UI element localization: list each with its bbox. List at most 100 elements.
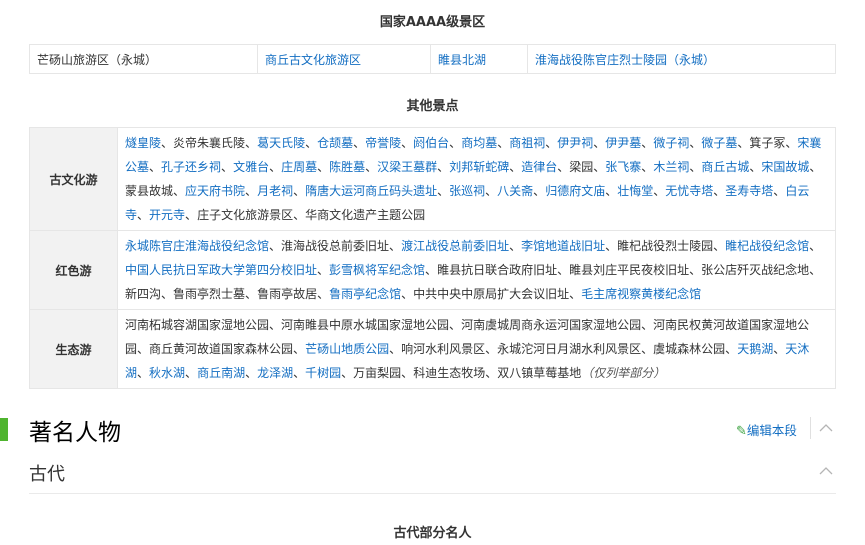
attraction-text: 蒙县故城 <box>125 184 174 198</box>
separator: 、 <box>137 208 150 222</box>
separator: 、 <box>317 160 330 174</box>
separator: 、 <box>605 239 618 253</box>
separator: 、 <box>689 263 702 277</box>
attraction-link[interactable]: 商均墓 <box>461 136 497 150</box>
attraction-text: 科迪生态牧场 <box>413 366 486 380</box>
separator: 、 <box>317 287 330 301</box>
separator: 、 <box>689 160 702 174</box>
attraction-text: 双八镇草莓基地 <box>497 366 582 380</box>
separator: 、 <box>569 287 582 301</box>
separator: 、 <box>221 160 234 174</box>
attraction-link[interactable]: 汉梁王墓群 <box>377 160 437 174</box>
separator: 、 <box>365 160 378 174</box>
separator: 、 <box>305 136 318 150</box>
aaaa-link[interactable]: 睢县北湖 <box>438 53 486 67</box>
separator: 、 <box>269 239 282 253</box>
other-attractions-table: 古文化游 燧皇陵、炎帝朱襄氏陵、葛天氏陵、仓颉墓、帝誉陵、阏伯台、商均墓、商祖祠… <box>29 127 836 389</box>
attraction-text: 睢县抗日联合政府旧址 <box>437 263 558 277</box>
separator: 、 <box>713 239 726 253</box>
separator: 、 <box>161 136 174 150</box>
separator: 、 <box>773 184 786 198</box>
separator: 、 <box>485 184 498 198</box>
separator: 、 <box>497 136 510 150</box>
attraction-link[interactable]: 开元寺 <box>149 208 185 222</box>
attraction-link[interactable]: 陈胜墓 <box>329 160 365 174</box>
attraction-link[interactable]: 中国人民抗日军政大学第四分校旧址 <box>125 263 317 277</box>
aaaa-cell-3[interactable]: 淮海战役陈官庄烈士陵园（永城） <box>527 44 836 74</box>
edit-section-label: 编辑本段 <box>746 423 797 438</box>
attraction-link[interactable]: 仓颉墓 <box>317 136 353 150</box>
chevron-up-icon[interactable] <box>818 420 834 436</box>
category-list: 永城陈官庄淮海战役纪念馆、淮海战役总前委旧址、渡江战役总前委旧址、李馆地道战旧址… <box>117 230 836 310</box>
attraction-link[interactable]: 葛天氏陵 <box>257 136 305 150</box>
attraction-link[interactable]: 张巡祠 <box>449 184 485 198</box>
attraction-text: 庄子文化旅游景区 <box>197 208 294 222</box>
attraction-link[interactable]: 鲁雨亭纪念馆 <box>329 287 401 301</box>
chevron-up-icon[interactable] <box>818 463 834 479</box>
attraction-link[interactable]: 芒砀山地质公园 <box>305 342 389 356</box>
attraction-link[interactable]: 睢杞战役纪念馆 <box>725 239 809 253</box>
attraction-link[interactable]: 木兰祠 <box>653 160 689 174</box>
attraction-link[interactable]: 孔子还乡祠 <box>161 160 221 174</box>
attraction-link[interactable]: 壮悔堂 <box>617 184 653 198</box>
attraction-text: 永城沱河日月湖水利风景区 <box>497 342 642 356</box>
aaaa-cell-2[interactable]: 睢县北湖 <box>430 44 528 74</box>
attraction-text: 河南虞城周商永运河国家湿地公园 <box>461 318 642 332</box>
separator: 、 <box>425 263 438 277</box>
attraction-link[interactable]: 文雅台 <box>233 160 269 174</box>
attraction-link[interactable]: 微子祠 <box>653 136 689 150</box>
attraction-link[interactable]: 应天府书院 <box>185 184 245 198</box>
separator: 、 <box>809 239 822 253</box>
attraction-text: 商丘黄河故道国家森林公园 <box>149 342 294 356</box>
attraction-link[interactable]: 秋水湖 <box>149 366 185 380</box>
attraction-link[interactable]: 归德府文庙 <box>545 184 605 198</box>
separator: 、 <box>269 160 282 174</box>
attraction-link[interactable]: 商丘古城 <box>701 160 749 174</box>
attraction-link[interactable]: 燧皇陵 <box>125 136 161 150</box>
attraction-text: 河南睢县中原水城国家湿地公园 <box>281 318 450 332</box>
separator: 、 <box>605 184 618 198</box>
attraction-link[interactable]: 宋国故城 <box>761 160 809 174</box>
separator: 、 <box>485 342 498 356</box>
edit-section-button[interactable]: ✎编辑本段 <box>736 420 797 439</box>
attraction-link[interactable]: 天鹅湖 <box>737 342 773 356</box>
attraction-link[interactable]: 伊尹墓 <box>605 136 641 150</box>
attraction-link[interactable]: 张飞寨 <box>605 160 641 174</box>
separator: 、 <box>185 366 198 380</box>
aaaa-cell-1[interactable]: 商丘古文化旅游区 <box>257 44 431 74</box>
attraction-link[interactable]: 商丘南湖 <box>197 366 245 380</box>
table-row: 古文化游 燧皇陵、炎帝朱襄氏陵、葛天氏陵、仓颉墓、帝誉陵、阏伯台、商均墓、商祖祠… <box>29 127 836 231</box>
attraction-link[interactable]: 永城陈官庄淮海战役纪念馆 <box>125 239 269 253</box>
table-row: 红色游 永城陈官庄淮海战役纪念馆、淮海战役总前委旧址、渡江战役总前委旧址、李馆地… <box>29 230 836 310</box>
separator: 、 <box>137 342 150 356</box>
attraction-text: 鲁雨亭烈士墓 <box>173 287 246 301</box>
separator: 、 <box>749 160 762 174</box>
attraction-link[interactable]: 刘邦斩蛇碑 <box>449 160 509 174</box>
attraction-link[interactable]: 帝誉陵 <box>365 136 401 150</box>
attraction-link[interactable]: 月老祠 <box>257 184 293 198</box>
attraction-link[interactable]: 龙泽湖 <box>257 366 293 380</box>
attraction-link[interactable]: 庄周墓 <box>281 160 317 174</box>
attraction-link[interactable]: 造律台 <box>521 160 557 174</box>
attraction-link[interactable]: 隋唐大运河商丘码头遗址 <box>305 184 437 198</box>
aaaa-link[interactable]: 商丘古文化旅游区 <box>265 53 361 67</box>
attraction-link[interactable]: 千树园 <box>305 366 341 380</box>
attraction-link[interactable]: 彭雪枫将军纪念馆 <box>329 263 425 277</box>
attraction-link[interactable]: 李馆地道战旧址 <box>521 239 605 253</box>
attraction-link[interactable]: 无忧寺塔 <box>665 184 713 198</box>
separator: 、 <box>641 342 654 356</box>
attraction-link[interactable]: 微子墓 <box>701 136 737 150</box>
attraction-link[interactable]: 伊尹祠 <box>557 136 593 150</box>
attraction-link[interactable]: 阏伯台 <box>413 136 449 150</box>
attraction-link[interactable]: 渡江战役总前委旧址 <box>401 239 509 253</box>
divider <box>29 493 836 494</box>
attraction-link[interactable]: 商祖祠 <box>509 136 545 150</box>
attraction-link[interactable]: 圣寿寺塔 <box>725 184 773 198</box>
attraction-text: 新四沟 <box>125 287 162 301</box>
attraction-link[interactable]: 八关斋 <box>497 184 533 198</box>
attraction-link[interactable]: 毛主席视察黄楼纪念馆 <box>581 287 701 301</box>
attraction-text: 睢县刘庄平民夜校旧址 <box>569 263 690 277</box>
attraction-text: 睢杞战役烈士陵园 <box>617 239 714 253</box>
separator: 、 <box>353 136 366 150</box>
aaaa-link[interactable]: 淮海战役陈官庄烈士陵园（永城） <box>535 53 715 67</box>
